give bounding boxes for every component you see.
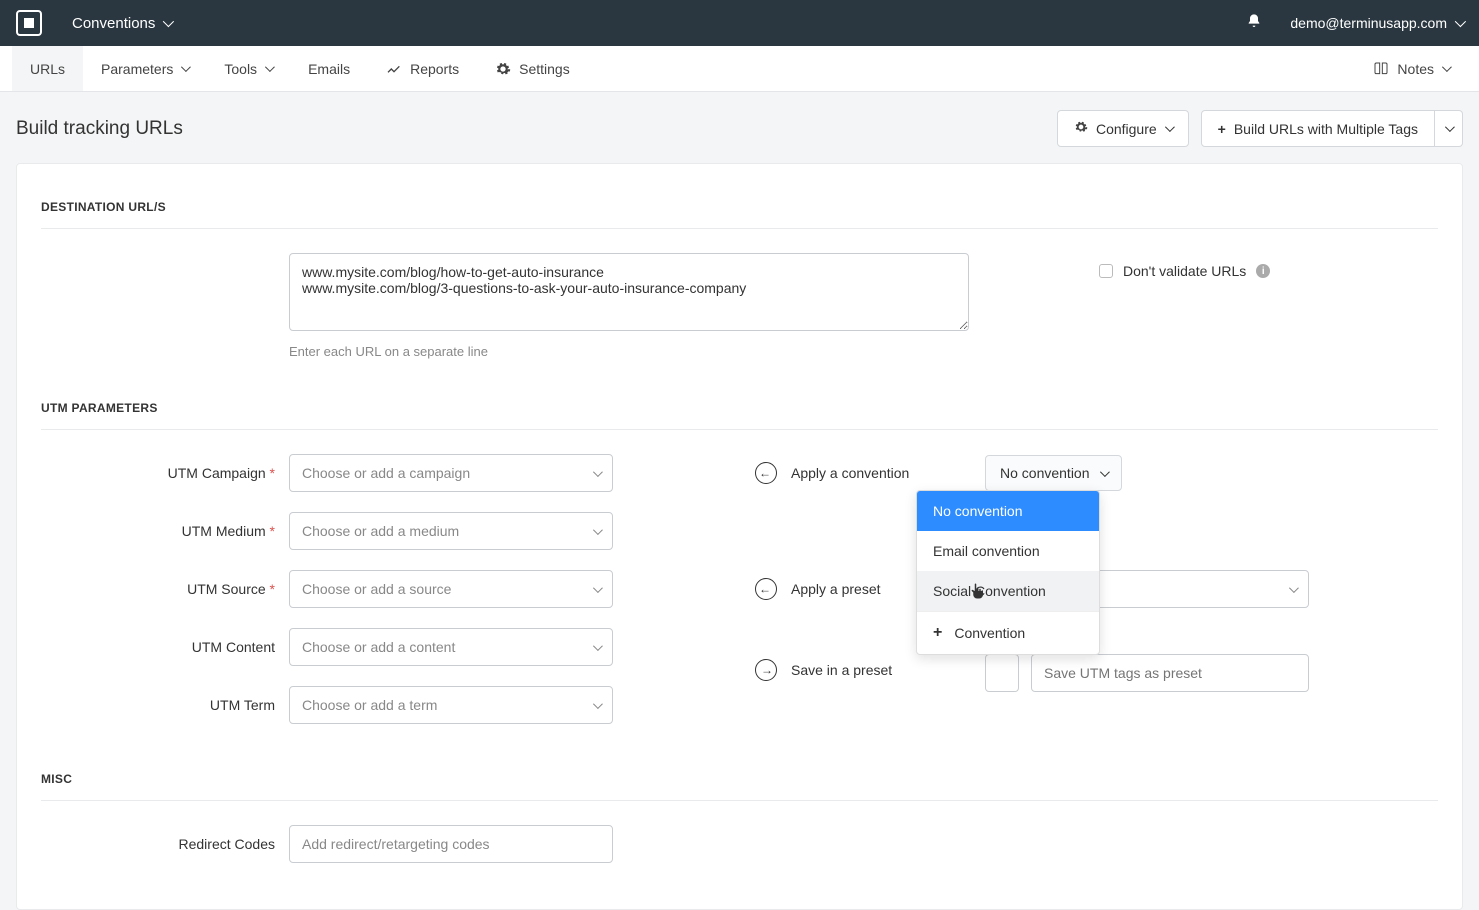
destination-urls-textarea[interactable] bbox=[289, 253, 969, 331]
main-nav: URLs Parameters Tools Emails Reports Set… bbox=[0, 46, 1479, 92]
nav-parameters[interactable]: Parameters bbox=[83, 46, 206, 91]
dropdown-option-add-convention[interactable]: + Convention bbox=[917, 612, 1099, 654]
utm-medium-select[interactable]: Choose or add a medium bbox=[289, 512, 613, 550]
divider bbox=[41, 800, 1438, 801]
book-icon bbox=[1373, 61, 1389, 77]
utm-content-label: UTM Content bbox=[41, 639, 289, 655]
notifications-icon[interactable] bbox=[1246, 13, 1262, 34]
chevron-down-icon bbox=[1165, 122, 1175, 132]
chevron-down-icon bbox=[593, 525, 603, 535]
apply-convention-label: Apply a convention bbox=[791, 465, 909, 481]
arrow-right-icon: → bbox=[755, 659, 777, 681]
chevron-down-icon bbox=[593, 467, 603, 477]
nav-reports[interactable]: Reports bbox=[368, 46, 477, 91]
destination-help-text: Enter each URL on a separate line bbox=[289, 344, 969, 359]
nav-emails[interactable]: Emails bbox=[290, 46, 368, 91]
chevron-down-icon bbox=[1455, 16, 1466, 27]
utm-medium-label: UTM Medium * bbox=[41, 523, 289, 539]
utm-term-select[interactable]: Choose or add a term bbox=[289, 686, 613, 724]
utm-source-select[interactable]: Choose or add a source bbox=[289, 570, 613, 608]
utm-campaign-select[interactable]: Choose or add a campaign bbox=[289, 454, 613, 492]
brand-dropdown[interactable]: Conventions bbox=[72, 15, 171, 32]
utm-term-label: UTM Term bbox=[41, 697, 289, 713]
gear-icon bbox=[1074, 120, 1088, 137]
main-form: DESTINATION URL/S Enter each URL on a se… bbox=[16, 163, 1463, 910]
gear-icon bbox=[495, 61, 511, 77]
logo-icon[interactable] bbox=[16, 10, 42, 36]
save-preset-input[interactable] bbox=[1031, 654, 1309, 692]
section-utm: UTM PARAMETERS bbox=[17, 391, 1462, 421]
redirect-codes-label: Redirect Codes bbox=[41, 836, 289, 852]
redirect-codes-input[interactable]: Add redirect/retargeting codes bbox=[289, 825, 613, 863]
nav-urls[interactable]: URLs bbox=[12, 46, 83, 91]
user-menu[interactable]: demo@terminusapp.com bbox=[1290, 15, 1463, 31]
chevron-down-icon bbox=[181, 62, 191, 72]
chevron-down-icon bbox=[593, 583, 603, 593]
dropdown-option-no-convention[interactable]: No convention bbox=[917, 491, 1099, 531]
chevron-down-icon bbox=[265, 62, 275, 72]
convention-select[interactable]: No convention bbox=[985, 455, 1122, 491]
build-urls-button[interactable]: + Build URLs with Multiple Tags bbox=[1201, 110, 1435, 147]
utm-campaign-label: UTM Campaign * bbox=[41, 465, 289, 481]
divider bbox=[41, 228, 1438, 229]
empty-label bbox=[41, 253, 289, 263]
nav-tools[interactable]: Tools bbox=[206, 46, 290, 91]
utm-source-label: UTM Source * bbox=[41, 581, 289, 597]
section-misc: MISC bbox=[17, 762, 1462, 792]
nav-settings[interactable]: Settings bbox=[477, 46, 588, 91]
user-email-label: demo@terminusapp.com bbox=[1290, 15, 1447, 31]
configure-button[interactable]: Configure bbox=[1057, 110, 1189, 147]
chart-icon bbox=[386, 61, 402, 77]
dont-validate-label: Don't validate URLs bbox=[1123, 263, 1246, 279]
top-bar: Conventions demo@terminusapp.com bbox=[0, 0, 1479, 46]
chevron-down-icon bbox=[163, 16, 174, 27]
dropdown-option-social-convention[interactable]: Social Convention bbox=[917, 571, 1099, 611]
page-header: Build tracking URLs Configure + Build UR… bbox=[0, 92, 1479, 163]
divider bbox=[41, 429, 1438, 430]
page-title: Build tracking URLs bbox=[16, 118, 183, 140]
chevron-down-icon bbox=[1289, 583, 1299, 593]
plus-icon: + bbox=[1218, 121, 1226, 137]
arrow-left-icon: ← bbox=[755, 462, 777, 484]
chevron-down-icon bbox=[1099, 467, 1109, 477]
arrow-left-icon: ← bbox=[755, 578, 777, 600]
brand-label: Conventions bbox=[72, 15, 155, 32]
convention-dropdown-menu: No convention Email convention Social Co… bbox=[916, 490, 1100, 655]
chevron-down-icon bbox=[1442, 62, 1452, 72]
dropdown-option-email-convention[interactable]: Email convention bbox=[917, 531, 1099, 571]
chevron-down-icon bbox=[593, 641, 603, 651]
build-urls-dropdown[interactable] bbox=[1435, 110, 1463, 147]
save-preset-label: Save in a preset bbox=[791, 662, 892, 678]
nav-notes[interactable]: Notes bbox=[1355, 46, 1467, 91]
chevron-down-icon bbox=[593, 699, 603, 709]
save-preset-checkbox[interactable] bbox=[985, 654, 1019, 692]
utm-content-select[interactable]: Choose or add a content bbox=[289, 628, 613, 666]
apply-preset-label: Apply a preset bbox=[791, 581, 881, 597]
info-icon[interactable]: i bbox=[1256, 264, 1270, 278]
chevron-down-icon bbox=[1445, 122, 1455, 132]
dont-validate-checkbox[interactable] bbox=[1099, 264, 1113, 278]
section-destination: DESTINATION URL/S bbox=[17, 190, 1462, 220]
plus-icon: + bbox=[933, 624, 942, 642]
